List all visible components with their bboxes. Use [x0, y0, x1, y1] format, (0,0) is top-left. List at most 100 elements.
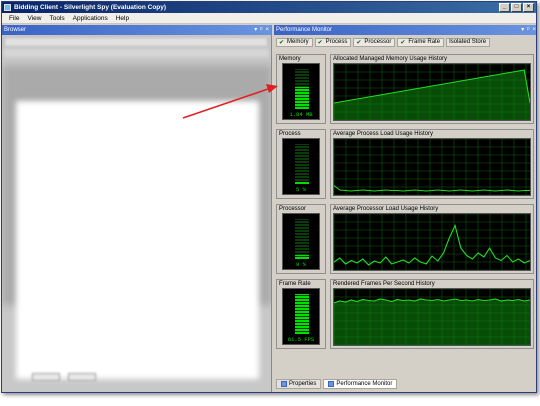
- history-title: Average Processor Load Usage History: [333, 206, 439, 212]
- pin-icon[interactable]: ᵖ: [260, 25, 262, 35]
- history-graph: [334, 289, 530, 345]
- monitor-row-frame-rate: Frame Rate 61.5 FPS Rendered Frames Per …: [276, 279, 534, 349]
- pane-menu-icon[interactable]: ▾: [254, 25, 257, 35]
- toggle-label: Frame Rate: [408, 39, 441, 45]
- pin-icon[interactable]: ᵖ: [527, 25, 529, 35]
- menu-help[interactable]: Help: [112, 13, 133, 24]
- processor-gauge: Processor 9 %: [276, 204, 326, 274]
- gauge-fill: [295, 255, 309, 259]
- frame-rate-gauge: Frame Rate 61.5 FPS: [276, 279, 326, 349]
- gauge-bar: [295, 294, 309, 334]
- gauge-screen: 1.84 MB: [282, 63, 320, 120]
- history-area: [334, 299, 530, 345]
- browser-pane-header: Browser ▾ ᵖ ×: [2, 25, 271, 35]
- toggle-processor[interactable]: ✔ Processor: [353, 38, 396, 47]
- gauge-screen: 61.5 FPS: [282, 288, 320, 345]
- memory-gauge: Memory 1.84 MB: [276, 54, 326, 124]
- monitor-toggle-strip: ✔ Memory ✔ Process ✔ Processor ✔ Frame Rate …: [274, 37, 536, 48]
- tab-properties[interactable]: Properties: [276, 379, 322, 389]
- app-icon: [4, 4, 11, 11]
- gauge-bar: [295, 219, 309, 259]
- gauge-fill: [295, 294, 309, 334]
- history-trace: [334, 185, 530, 192]
- blurred-toolbar: [4, 49, 268, 57]
- minimize-button[interactable]: _: [499, 3, 510, 12]
- gauge-fill: [295, 182, 309, 184]
- pane-close-icon[interactable]: ×: [532, 25, 536, 35]
- menu-file[interactable]: File: [5, 13, 23, 24]
- properties-icon: [281, 381, 287, 387]
- gauge-value: 5 %: [296, 186, 306, 193]
- bottom-tab-strip: Properties Performance Monitor: [274, 378, 536, 390]
- gauge-value: 9 %: [296, 261, 306, 268]
- menu-view[interactable]: View: [23, 13, 45, 24]
- gauge-bar: [295, 144, 309, 184]
- toggle-memory[interactable]: ✔ Memory: [276, 38, 313, 47]
- gauge-fill: [295, 87, 309, 109]
- gauge-value: 61.5 FPS: [287, 336, 315, 343]
- pane-menu-icon[interactable]: ▾: [521, 25, 524, 35]
- toggle-process[interactable]: ✔ Process: [314, 38, 352, 47]
- window-title: Bidding Client - Silverlight Spy (Evalua…: [14, 4, 167, 11]
- browser-pane: Browser ▾ ᵖ ×: [2, 25, 272, 392]
- blurred-page: [16, 101, 259, 379]
- history-area: [334, 70, 530, 120]
- monitor-row-process: Process 5 % Average Process Load Usage H…: [276, 129, 534, 199]
- check-icon: ✔: [400, 39, 406, 46]
- history-title: Rendered Frames Per Second History: [333, 281, 435, 287]
- gauge-title: Memory: [279, 56, 301, 62]
- gauge-screen: 5 %: [282, 138, 320, 195]
- frame-rate-history: Rendered Frames Per Second History: [330, 279, 534, 349]
- gauge-value: 1.84 MB: [289, 111, 313, 118]
- check-icon: ✔: [279, 39, 285, 46]
- check-icon: ✔: [356, 39, 362, 46]
- gauge-title: Process: [279, 131, 301, 137]
- history-graph: [334, 214, 530, 270]
- history-screen: [333, 213, 531, 271]
- perf-pane-title: Performance Monitor: [276, 27, 333, 33]
- menu-tools[interactable]: Tools: [45, 13, 68, 24]
- performance-monitor-pane: Performance Monitor ▾ ᵖ × ✔ Memory ✔ Proce…: [274, 25, 536, 392]
- history-screen: [333, 63, 531, 121]
- gauge-screen: 9 %: [282, 213, 320, 270]
- browser-pane-title: Browser: [4, 27, 27, 33]
- toggle-label: Isolated Store: [449, 39, 487, 45]
- monitor-icon: [328, 381, 335, 387]
- gauge-bar: [295, 69, 309, 109]
- processor-history: Average Processor Load Usage History: [330, 204, 534, 274]
- blurred-button: [32, 373, 60, 381]
- perf-pane-header: Performance Monitor ▾ ᵖ ×: [274, 25, 536, 35]
- blurred-button: [68, 373, 96, 381]
- close-button[interactable]: ×: [523, 3, 534, 12]
- history-title: Average Process Load Usage History: [333, 131, 433, 137]
- memory-history: Allocated Managed Memory Usage History: [330, 54, 534, 124]
- app-window: Bidding Client - Silverlight Spy (Evalua…: [1, 1, 537, 393]
- history-title: Allocated Managed Memory Usage History: [333, 56, 448, 62]
- monitor-row-memory: Memory 1.84 MB Allocated Managed Memory …: [276, 54, 534, 124]
- menu-bar: File View Tools Applications Help: [2, 13, 536, 24]
- gauge-title: Processor: [279, 206, 307, 212]
- history-graph: [334, 139, 530, 195]
- toggle-isolated-store[interactable]: Isolated Store: [446, 38, 491, 47]
- toggle-label: Processor: [364, 39, 392, 45]
- check-icon: ✔: [317, 39, 323, 46]
- tab-performance-monitor[interactable]: Performance Monitor: [323, 379, 398, 389]
- toggle-frame-rate[interactable]: ✔ Frame Rate: [397, 38, 445, 47]
- toggle-label: Memory: [287, 39, 309, 45]
- title-bar: Bidding Client - Silverlight Spy (Evalua…: [2, 2, 536, 13]
- window-controls: _ □ ×: [499, 3, 534, 12]
- history-screen: [333, 138, 531, 196]
- pane-close-icon[interactable]: ×: [265, 25, 269, 35]
- perf-pane-buttons: ▾ ᵖ ×: [521, 25, 536, 35]
- toggle-label: Process: [325, 39, 348, 45]
- tab-label: Performance Monitor: [336, 381, 393, 387]
- process-history: Average Process Load Usage History: [330, 129, 534, 199]
- history-graph: [334, 64, 530, 120]
- maximize-button[interactable]: □: [511, 3, 522, 12]
- tab-label: Properties: [289, 381, 317, 387]
- history-screen: [333, 288, 531, 346]
- browser-pane-buttons: ▾ ᵖ ×: [254, 25, 269, 35]
- menu-applications[interactable]: Applications: [69, 13, 112, 24]
- gauge-title: Frame Rate: [279, 281, 311, 287]
- blurred-address-bar: [4, 37, 268, 47]
